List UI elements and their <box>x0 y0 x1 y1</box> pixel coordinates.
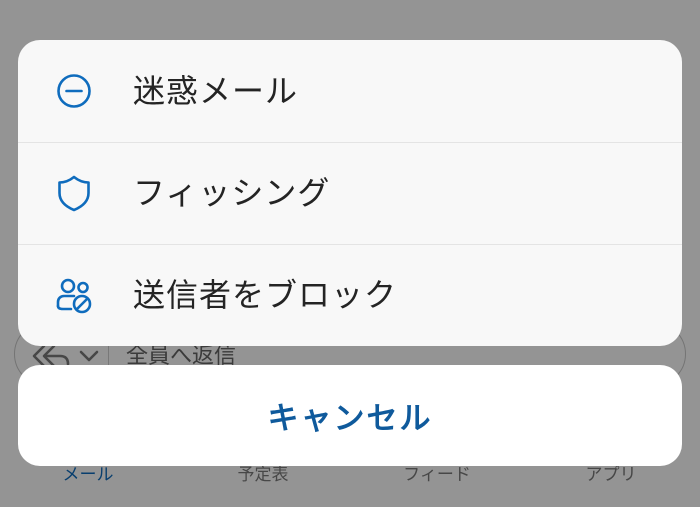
cancel-label: キャンセル <box>267 401 433 437</box>
report-action-sheet: 迷惑メール フィッシング 送信者をブロック <box>18 40 682 346</box>
menu-item-phishing[interactable]: フィッシング <box>18 142 682 244</box>
menu-item-label: 迷惑メール <box>133 72 299 110</box>
cancel-button[interactable]: キャンセル <box>18 365 682 466</box>
minus-circle-icon <box>54 71 94 111</box>
menu-item-junk[interactable]: 迷惑メール <box>18 40 682 142</box>
block-sender-icon <box>54 275 94 315</box>
menu-item-label: 送信者をブロック <box>133 276 398 314</box>
menu-item-block-sender[interactable]: 送信者をブロック <box>18 244 682 346</box>
shield-icon <box>54 173 94 213</box>
screen: 全員へ返信 メール 予定表 フィード アプリ 迷惑メール フィッシング 送信者を… <box>0 0 700 507</box>
menu-item-label: フィッシング <box>133 174 331 212</box>
